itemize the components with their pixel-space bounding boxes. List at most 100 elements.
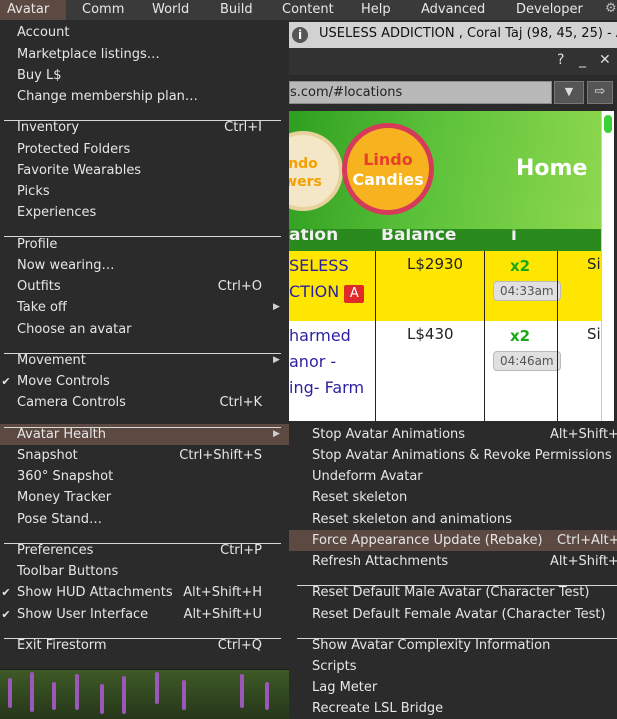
- menu-item-label: Show HUD Attachments: [17, 585, 173, 600]
- submenu-item-label: Reset skeleton: [312, 490, 408, 505]
- scrollbar-thumb[interactable]: [604, 115, 612, 133]
- menu-item-choose-an-avatar[interactable]: Choose an avatar: [0, 319, 289, 340]
- menu-item-label: Favorite Wearables: [17, 163, 142, 178]
- logo-flowers[interactable]: ndo wers: [289, 131, 343, 211]
- help-icon[interactable]: ?: [557, 52, 564, 68]
- menu-item-label: Toolbar Buttons: [17, 564, 119, 579]
- flower: [75, 674, 79, 710]
- menu-item-take-off[interactable]: Take off ▶: [0, 297, 289, 318]
- row1-extra: Si: [587, 255, 601, 273]
- menu-help[interactable]: Help: [354, 0, 400, 20]
- menu-item-360-snapshot[interactable]: 360° Snapshot: [0, 466, 289, 487]
- column-divider: [484, 251, 485, 421]
- go-icon[interactable]: ⇨: [587, 81, 613, 104]
- flower: [52, 682, 56, 710]
- menu-item-account[interactable]: Account: [0, 22, 289, 43]
- menu-item-money-tracker[interactable]: Money Tracker: [0, 487, 289, 508]
- submenu-item-force-appearance-update-rebake[interactable]: Force Appearance Update (Rebake) Ctrl+Alt…: [289, 530, 617, 551]
- menu-item-marketplace-listings[interactable]: Marketplace listings…: [0, 44, 289, 65]
- menu-world[interactable]: World: [145, 0, 203, 20]
- menu-item-toolbar-buttons[interactable]: Toolbar Buttons: [0, 561, 289, 582]
- menu-item-label: Buy L$: [17, 68, 62, 83]
- row2-extra: Si: [587, 325, 601, 343]
- row1-name-line2[interactable]: CTION: [289, 282, 339, 301]
- submenu-item-reset-skeleton[interactable]: Reset skeleton: [289, 487, 617, 508]
- menu-item-protected-folders[interactable]: Protected Folders: [0, 139, 289, 160]
- menu-item-label: Marketplace listings…: [17, 47, 160, 62]
- menu-item-label: Profile: [17, 237, 58, 252]
- close-icon[interactable]: ✕: [599, 52, 611, 68]
- header-info: i: [511, 229, 517, 245]
- menu-item-label: 360° Snapshot: [17, 469, 114, 484]
- row2-name-line2[interactable]: anor -: [289, 352, 336, 371]
- row1-name-line1[interactable]: SELESS: [289, 256, 349, 275]
- menu-item-move-controls[interactable]: ✔ Move Controls: [0, 371, 289, 392]
- menu-item-label: Money Tracker: [17, 490, 112, 505]
- menu-item-label: Protected Folders: [17, 142, 131, 157]
- info-icon[interactable]: i: [292, 27, 308, 43]
- submenu-item-shortcut: Alt+Shift+R: [550, 554, 617, 569]
- menu-item-favorite-wearables[interactable]: Favorite Wearables: [0, 160, 289, 181]
- submenu-item-refresh-attachments[interactable]: Refresh Attachments Alt+Shift+R: [289, 551, 617, 572]
- menu-item-experiences[interactable]: Experiences: [0, 202, 289, 223]
- row2-name-line1[interactable]: harmed: [289, 326, 351, 345]
- logo1-line1: ndo: [289, 156, 318, 172]
- flower: [155, 672, 159, 704]
- gear-icon[interactable]: ⚙: [605, 0, 617, 20]
- url-field[interactable]: s.com/#locations: [289, 81, 552, 104]
- submenu-item-scripts[interactable]: Scripts: [289, 656, 617, 677]
- menu-item-camera-controls[interactable]: Camera Controls Ctrl+K: [0, 392, 289, 413]
- checkmark-icon: ✔: [1, 586, 11, 599]
- submenu-item-label: Scripts: [312, 659, 357, 674]
- menu-item-label: Take off: [17, 300, 67, 315]
- row2-mult: x2: [510, 327, 531, 345]
- menu-content[interactable]: Content: [275, 0, 345, 20]
- menu-build[interactable]: Build: [213, 0, 265, 20]
- menu-separator: [297, 585, 617, 586]
- submenu-item-reset-skeleton-and-animations[interactable]: Reset skeleton and animations: [289, 509, 617, 530]
- menu-item-change-membership-plan[interactable]: Change membership plan…: [0, 86, 289, 107]
- submenu-item-label: Stop Avatar Animations: [312, 427, 466, 442]
- window-controls: ? _ ✕: [289, 48, 617, 75]
- submenu-item-lag-meter[interactable]: Lag Meter: [289, 677, 617, 698]
- menu-item-now-wearing[interactable]: Now wearing…: [0, 255, 289, 276]
- minimize-icon[interactable]: _: [579, 52, 586, 68]
- url-dropdown-icon[interactable]: ▼: [554, 81, 584, 104]
- row2-balance: L$430: [407, 325, 454, 343]
- logo-candies[interactable]: Lindo Candies: [342, 123, 434, 215]
- menu-item-label: Camera Controls: [17, 395, 126, 410]
- submenu-item-recreate-lsl-bridge[interactable]: Recreate LSL Bridge: [289, 698, 617, 719]
- flower: [240, 674, 244, 708]
- menu-item-show-hud-attachments[interactable]: ✔ Show HUD Attachments Alt+Shift+H: [0, 582, 289, 603]
- table-header: ation Balance i: [289, 229, 601, 251]
- menu-item-show-user-interface[interactable]: ✔ Show User Interface Alt+Shift+U: [0, 604, 289, 625]
- menu-item-buy-l[interactable]: Buy L$: [0, 65, 289, 86]
- menu-item-label: Outfits: [17, 279, 61, 294]
- menu-comm[interactable]: Comm: [75, 0, 135, 20]
- menu-item-shortcut: Ctrl+K: [219, 395, 262, 410]
- menu-separator: [4, 427, 281, 428]
- row2-name-line3[interactable]: ing- Farm: [289, 378, 364, 397]
- flower: [30, 672, 34, 712]
- menu-advanced[interactable]: Advanced: [414, 0, 494, 20]
- home-link[interactable]: Home: [516, 156, 587, 181]
- submenu-item-undeform-avatar[interactable]: Undeform Avatar: [289, 466, 617, 487]
- menu-separator: [297, 638, 617, 639]
- menu-item-outfits[interactable]: Outfits Ctrl+O: [0, 276, 289, 297]
- menu-avatar[interactable]: Avatar: [0, 0, 66, 20]
- submenu-item-stop-avatar-animations-revoke-permissions[interactable]: Stop Avatar Animations & Revoke Permissi…: [289, 445, 617, 466]
- submenu-item-shortcut: Ctrl+Alt+R: [557, 533, 617, 548]
- menu-item-snapshot[interactable]: Snapshot Ctrl+Shift+S: [0, 445, 289, 466]
- menu-item-pose-stand[interactable]: Pose Stand…: [0, 509, 289, 530]
- page-scrollbar[interactable]: [601, 111, 614, 421]
- menu-developer[interactable]: Developer: [509, 0, 593, 20]
- menu-item-label: Account: [17, 25, 70, 40]
- submenu-item-reset-default-female-avatar-character-test[interactable]: Reset Default Female Avatar (Character T…: [289, 604, 617, 625]
- menu-item-picks[interactable]: Picks: [0, 181, 289, 202]
- logo2-line1: Lindo: [363, 150, 413, 169]
- flower: [8, 678, 12, 708]
- menu-item-label: Move Controls: [17, 374, 110, 389]
- column-divider: [375, 251, 376, 421]
- menu-item-profile[interactable]: Profile: [0, 234, 289, 255]
- submenu-item-stop-avatar-animations[interactable]: Stop Avatar Animations Alt+Shift+A: [289, 424, 617, 445]
